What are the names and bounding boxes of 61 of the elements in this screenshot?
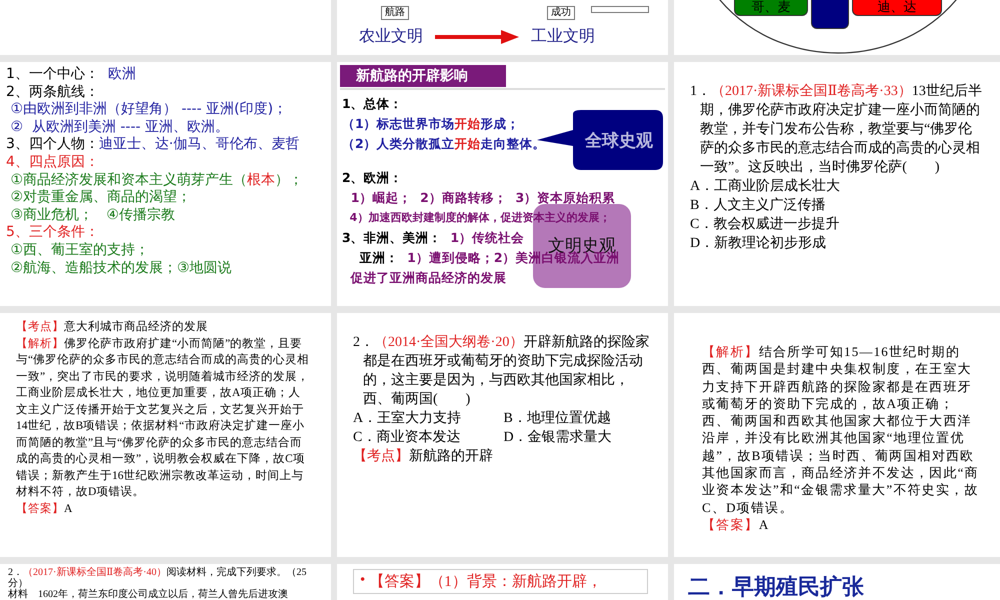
answer-option: A．王室大力支持: [353, 409, 504, 428]
question-text: 2．（2014·全国大纲卷·20）开辟新航路的探险家都是在西班牙或葡萄牙的资助下完成探险活动的，这主要是因为，与西欧其他国家相比，西、葡两国( ): [353, 333, 650, 409]
text-line: 4、四点原因：: [6, 154, 99, 172]
label-box: 迪、达: [852, 0, 942, 16]
answer-option: C．商业资本发达: [353, 428, 504, 447]
arrow-icon: [435, 30, 519, 44]
analysis-text: 【解析】结合所学可知15—16世纪时期的西、葡两国是封建中央集权制度，在王室大力支持下开辟西航路的探险家都是在西班牙或葡萄牙的资助下完成的，故A项正确；西、葡两国和西欧其他国家大都位于大西洋沿岸，并没有比欧洲其他国家“地理位置优越”，故B项错误；当时西、葡两国相对西欧其他国家而言，商品经济并不发达，因此“商业资本发达”和“金银需求量大”不符史实，故C、D项错误。: [702, 343, 980, 516]
topic-note: 【考点】新航路的开辟: [353, 447, 494, 466]
slide-thumbnail[interactable]: 【解析】结合所学可知15—16世纪时期的西、葡两国是封建中央集权制度，在王室大力支持下开辟西航路的探险家都是在西班牙或葡萄牙的资助下完成的，故A项正确；西、葡两国和西欧其他国家大都位于大西洋沿岸，并没有比欧洲其他国家“地理位置优越”，故B项错误；当时西、葡两国相对西欧其他国家而言，商品经济并不发达，因此“商业资本发达”和“金银需求量大”不符史实，故C、D项错误。 【答案】A: [674, 313, 1000, 557]
text-line: ③商业危机； ④传播宗教: [9, 206, 175, 224]
slide-thumbnail[interactable]: 2．（2014·全国大纲卷·20）开辟新航路的探险家都是在西班牙或葡萄牙的资助下完成探险活动的，这主要是因为，与西欧其他国家相比，西、葡两国( ) A．王室大力支持 B．地理位置优越 C．商业资本发达 D．金银需求量大 【考点】新航路的开辟: [337, 313, 668, 557]
text-line: 促进了亚洲商品经济的发展: [349, 269, 507, 287]
answer-text: 【答案】（1）背景：新航路开辟，: [369, 572, 602, 591]
slide-thumbnail[interactable]: [0, 313, 331, 557]
text-line: 3、四个人物：迪亚士、达·伽马、哥伦布、麦哲: [6, 136, 300, 154]
answer-option: C．教会权威进一步提升: [690, 215, 865, 234]
label-box: 哥、麦: [734, 0, 808, 16]
text-line: ①由欧洲到非洲（好望角） ---- 亚洲(印度)；: [9, 101, 288, 119]
slide-thumbnail[interactable]: 航路 成功 农业文明 工业文明: [337, 0, 668, 55]
bullet: •: [360, 572, 366, 590]
flow-label: 农业文明: [359, 26, 423, 47]
slide-thumbnail[interactable]: 哥、麦 迪、达: [674, 0, 1000, 55]
text-line: 4）加速西欧封建制度的解体，促进资本主义的发展；: [348, 210, 610, 226]
text-line: 3、非洲、美洲： 1）传统社会: [342, 229, 524, 247]
slide-thumbnail[interactable]: 1．（2017·新课标全国Ⅱ卷高考·33）13世纪后半期，佛罗伦萨市政府决定扩建一座小而简陋的教堂，并专门发布公告称，教堂要与“佛罗伦萨的众多市民的意志结合而成的高贵的心灵相一致”。这反映出，当时佛罗伦萨( ) A．工商业阶层成长壮大 B．人文主义广泛传播 C．教会权威进一步提升 D．新教理论初步形成: [674, 62, 1000, 306]
text-line: ② 从欧洲到美洲 ---- 亚洲、欧洲。: [9, 118, 230, 136]
text-line: 2、欧洲：: [342, 169, 403, 187]
flow-label: 工业文明: [531, 26, 595, 47]
answer-option: B．人文主义广泛传播: [690, 196, 865, 215]
blank-box: [591, 6, 649, 13]
text-line: ②航海、造船技术的发展；③地圆说: [9, 260, 232, 278]
text-line: （1）标志世界市场开始形成；: [342, 115, 520, 133]
text-line: ①商品经济发展和资本主义萌芽产生（根本）；: [9, 172, 304, 189]
speech-bubble: 全球史观: [537, 110, 663, 172]
analysis-text: 【答案】A: [16, 501, 74, 516]
analysis-text: 【考点】意大利城市商品经济的发展: [16, 319, 209, 335]
slide-heading: 二．早期殖民扩张: [687, 574, 865, 600]
question-text: 1．（2017·新课标全国Ⅱ卷高考·33）13世纪后半期，佛罗伦萨市政府决定扩建一座小而简陋的教堂，并专门发布公告称，教堂要与“佛罗伦萨的众多市民的意志结合而成的高贵的心灵相一致”。这反映出，当时佛罗伦萨( ): [690, 82, 983, 177]
answer-option: D．新教理论初步形成: [690, 234, 865, 253]
answer-option: A．工商业阶层成长壮大: [690, 177, 865, 196]
text-box: 航路: [381, 6, 409, 20]
text-line: 5、三个条件：: [6, 224, 99, 242]
analysis-text: 【解析】佛罗伦萨市政府扩建“小而简陋”的教堂，且要与“佛罗伦萨的众多市民的意志结合而成的高贵的心灵相一致”，突出了市民的要求，说明随着城市经济的发展，工商业阶层成长壮大，地位更加重要，故A项正确；人文主义广泛传播开始于文艺复兴之后，文艺复兴开始于14世纪，故B项错误；依据材料“市政府决定扩建一座小而简陋的教堂”且与“佛罗伦萨的众多市民的意志结合而成的高贵的心灵相一致”，说明教会权威在下降，故C项错误；新教产生于16世纪欧洲宗教改革运动，时间上与材料不符，故D项错误。: [16, 336, 310, 500]
slide-thumbnail[interactable]: 1、一个中心： 欧洲 2、两条航线： ①由欧洲到非洲（好望角） ---- 亚洲(印度)； ② 从欧洲到美洲 ---- 亚洲、欧洲。 3、四个人物：迪亚士、达·伽马、哥伦布、麦哲 4、四点原因： ①商品经济发展和资本主义萌芽产生（根本）； ②对贵重金属、商品的渴望； ③商业危机； ④传播宗教 5、三个条件： ①西、葡王室的支持； ②航海、造船技术的发展；③地圆说: [0, 62, 331, 306]
text-line: 2、两条航线：: [6, 84, 99, 102]
material-text: 2．（2017·新课标全国Ⅱ卷高考·40）阅读材料，完成下列要求。（25分）: [8, 567, 308, 589]
text-line: ②对贵重金属、商品的渴望；: [9, 189, 192, 207]
analysis-text: 【答案】A: [702, 516, 770, 534]
text-box: 成功: [547, 6, 575, 20]
slide-thumbnail[interactable]: • 【答案】（1）背景：新航路开辟，: [337, 564, 668, 600]
answer-option: B．地理位置优越: [504, 409, 654, 428]
slide-thumbnail[interactable]: 二．早期殖民扩张: [674, 564, 1000, 600]
material-text: 材料 1602年，荷兰东印度公司成立以后，荷兰人曾先后进攻澳: [8, 589, 289, 600]
text-line: 1、一个中心： 欧洲: [6, 66, 136, 84]
slide-thumbnail[interactable]: [0, 0, 331, 55]
text-line: 1、总体：: [342, 95, 403, 113]
answer-option: D．金银需求量大: [504, 428, 654, 447]
text-line: 1）崛起； 2）商路转移； 3）资本原始积累: [350, 189, 616, 207]
slide-thumbnail[interactable]: 2．（2017·新课标全国Ⅱ卷高考·40）阅读材料，完成下列要求。（25分） 材料 1602年，荷兰东印度公司成立以后，荷兰人曾先后进攻澳: [0, 564, 331, 600]
text-line: ①西、葡王室的支持；: [9, 242, 150, 260]
slide-title: 新航路的开辟影响: [340, 65, 506, 87]
